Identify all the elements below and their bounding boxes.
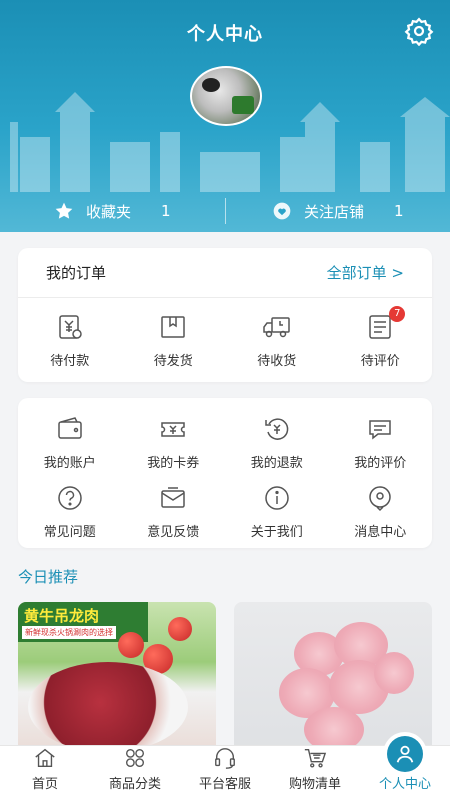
location-pin-icon (369, 486, 391, 512)
product-banner-title: 黄牛吊龙肉 (24, 607, 100, 625)
tab-home[interactable]: 首页 (0, 746, 90, 800)
order-pending-shipment-label: 待发货 (153, 354, 193, 369)
user-icon (396, 745, 414, 763)
followed-shops-stat[interactable]: 关注店铺 1 (226, 201, 450, 222)
heart-badge-icon (273, 202, 291, 220)
avatar[interactable] (190, 66, 262, 126)
service-faq-label: 常见问题 (43, 525, 96, 540)
product-card-beef[interactable]: 黄牛吊龙肉 新鲜现杀火锅涮肉的选择 (18, 602, 216, 752)
stats-bar: 收藏夹 1 关注店铺 1 (0, 190, 450, 232)
service-message-center-label: 消息中心 (354, 525, 407, 540)
favorites-label: 收藏夹 (85, 202, 131, 221)
cart-icon (304, 749, 327, 768)
wallet-icon (58, 417, 82, 439)
home-icon (35, 748, 55, 767)
review-bubble-icon (369, 420, 391, 440)
order-pending-receipt[interactable]: 待收货 (225, 312, 329, 369)
services-card: 我的账户 我的卡券 我的退款 我的评价 常见问题 意见反馈 关于我们 消息中心 (18, 398, 432, 548)
product-image-beef (28, 662, 188, 752)
tab-category[interactable]: 商品分类 (90, 746, 180, 800)
gear-icon[interactable] (404, 16, 434, 46)
favorites-count: 1 (160, 202, 171, 220)
tab-shopping-list[interactable]: 购物清单 (270, 746, 360, 800)
tab-profile[interactable]: 个人中心 (360, 732, 450, 800)
coupon-icon (161, 422, 185, 437)
orders-title: 我的订单 (46, 264, 107, 282)
service-my-account[interactable]: 我的账户 (18, 414, 122, 471)
service-my-reviews-label: 我的评价 (354, 456, 407, 471)
tab-category-label: 商品分类 (108, 777, 161, 792)
profile-header: 个人中心 收藏夹 1 关注店铺 1 (0, 0, 450, 232)
service-my-refunds[interactable]: 我的退款 (225, 414, 329, 471)
followed-shops-count: 1 (393, 202, 404, 220)
service-faq[interactable]: 常见问题 (18, 483, 122, 540)
order-status-row: 待付款 待发货 待收货 7 待评价 (18, 298, 432, 369)
headset-icon (215, 748, 235, 769)
product-image-detail (118, 632, 144, 658)
followed-shops-label: 关注店铺 (303, 202, 364, 221)
tab-shopping-list-label: 购物清单 (288, 777, 341, 792)
profile-tab-bubble (383, 732, 427, 776)
info-icon (265, 486, 289, 510)
service-feedback[interactable]: 意见反馈 (122, 483, 226, 540)
order-pending-payment[interactable]: 待付款 (18, 312, 122, 369)
service-about-us[interactable]: 关于我们 (225, 483, 329, 540)
service-message-center[interactable]: 消息中心 (329, 483, 433, 540)
bottom-tab-bar: 首页 商品分类 平台客服 购物清单 个人中心 (0, 732, 450, 800)
order-pending-review[interactable]: 7 待评价 (329, 306, 433, 369)
tab-customer-service-label: 平台客服 (198, 777, 251, 792)
review-count-badge: 7 (389, 306, 406, 322)
recommend-section-title: 今日推荐 (18, 568, 79, 586)
service-my-coupons-label: 我的卡券 (147, 456, 200, 471)
product-banner-subtitle: 新鲜现杀火锅涮肉的选择 (22, 626, 116, 639)
tab-home-label: 首页 (31, 777, 58, 792)
services-row-1: 我的账户 我的卡券 我的退款 我的评价 (18, 398, 432, 471)
tab-customer-service[interactable]: 平台客服 (180, 746, 270, 800)
feedback-mail-icon (161, 487, 185, 508)
service-about-us-label: 关于我们 (250, 525, 303, 540)
page-title: 个人中心 (187, 24, 263, 45)
order-pending-review-label: 待评价 (360, 354, 400, 369)
pending-payment-icon (59, 315, 82, 339)
service-my-refunds-label: 我的退款 (250, 456, 303, 471)
category-icon (126, 749, 144, 767)
product-card-flowers[interactable] (234, 602, 432, 752)
star-icon (55, 202, 73, 219)
product-image-detail (168, 617, 192, 641)
refund-icon (265, 418, 289, 440)
product-image-detail (374, 652, 414, 694)
order-pending-payment-label: 待付款 (50, 354, 90, 369)
service-my-coupons[interactable]: 我的卡券 (122, 414, 226, 471)
order-pending-shipment[interactable]: 待发货 (122, 312, 226, 369)
service-feedback-label: 意见反馈 (147, 525, 200, 540)
pending-shipment-icon (161, 316, 185, 338)
order-pending-receipt-label: 待收货 (257, 354, 297, 369)
all-orders-link[interactable]: 全部订单 > (327, 262, 404, 283)
service-my-account-label: 我的账户 (43, 456, 96, 471)
question-icon (58, 486, 82, 510)
orders-card: 我的订单 全部订单 > 待付款 待发货 待收货 7 待评价 (18, 248, 432, 382)
favorites-stat[interactable]: 收藏夹 1 (0, 201, 225, 222)
orders-header: 我的订单 全部订单 > (18, 248, 432, 298)
delivery-truck-icon (263, 317, 290, 338)
services-row-2: 常见问题 意见反馈 关于我们 消息中心 (18, 471, 432, 540)
service-my-reviews[interactable]: 我的评价 (329, 414, 433, 471)
